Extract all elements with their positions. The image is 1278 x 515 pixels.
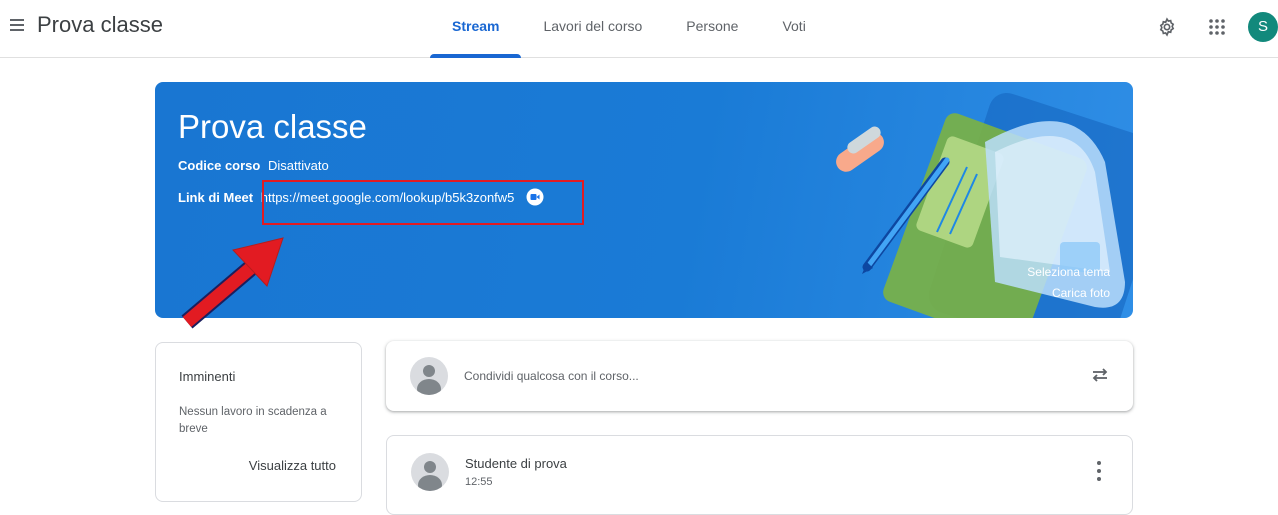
meet-link-label: Link di Meet — [178, 190, 254, 205]
annotation-highlight-box — [262, 180, 584, 225]
apps-grid-icon[interactable] — [1208, 18, 1226, 36]
account-avatar[interactable]: S — [1248, 12, 1278, 42]
top-app-bar: Prova classe Stream Lavori del corso Per… — [0, 0, 1278, 58]
select-theme-link[interactable]: Seleziona tema — [1027, 265, 1110, 279]
view-all-button[interactable]: Visualizza tutto — [249, 458, 336, 473]
course-code-value: Disattivato — [267, 158, 329, 173]
annotation-arrow-icon — [181, 237, 284, 329]
upcoming-title: Imminenti — [179, 369, 236, 384]
gear-icon[interactable] — [1157, 17, 1177, 37]
user-avatar — [410, 357, 448, 395]
tab-grades[interactable]: Voti — [760, 0, 827, 58]
share-with-class-box[interactable]: Condividi qualcosa con il corso... — [386, 341, 1133, 411]
more-options-icon[interactable] — [1096, 461, 1102, 481]
tab-stream[interactable]: Stream — [430, 0, 522, 58]
post-author: Studente di prova — [465, 456, 567, 471]
post-time: 12:55 — [465, 476, 493, 488]
tab-people[interactable]: Persone — [664, 0, 760, 58]
share-placeholder[interactable]: Condividi qualcosa con il corso... — [464, 369, 639, 383]
upload-photo-link[interactable]: Carica foto — [1052, 286, 1110, 300]
course-code-row: Codice corso Disattivato — [178, 158, 329, 173]
course-title: Prova classe — [178, 108, 367, 145]
tab-classwork[interactable]: Lavori del corso — [521, 0, 664, 58]
menu-icon[interactable] — [8, 16, 28, 36]
course-code-label: Codice corso — [178, 158, 261, 173]
upcoming-card: Imminenti Nessun lavoro in scadenza a br… — [155, 342, 362, 502]
upcoming-empty-text: Nessun lavoro in scadenza a breve — [179, 406, 327, 435]
nav-tabs: Stream Lavori del corso Persone Voti — [430, 0, 828, 58]
author-avatar — [411, 453, 449, 491]
banner-illustration — [836, 92, 1133, 318]
stream-post-card[interactable]: Studente di prova 12:55 — [386, 435, 1133, 515]
app-title[interactable]: Prova classe — [37, 12, 163, 38]
repost-icon[interactable] — [1089, 364, 1111, 386]
